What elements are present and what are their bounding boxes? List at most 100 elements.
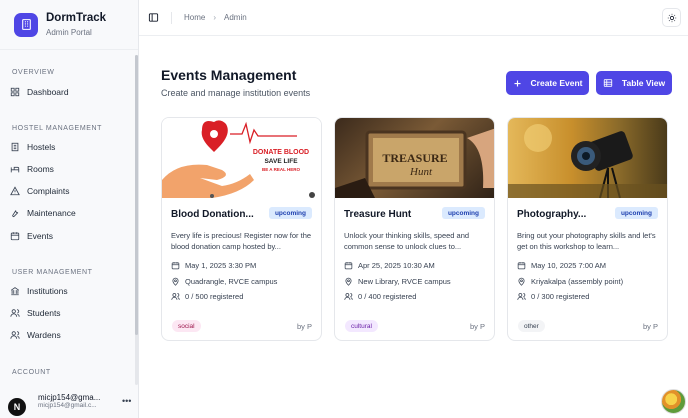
sidebar-item-label: Complaints bbox=[27, 186, 70, 196]
institution-icon bbox=[11, 287, 19, 296]
sidebar-item-label: Rooms bbox=[27, 164, 54, 174]
more-icon[interactable]: ••• bbox=[122, 396, 131, 406]
event-author: by P bbox=[642, 322, 658, 331]
image-text-donate: DONATE BLOOD bbox=[253, 149, 309, 156]
assistant-launcher-icon[interactable] bbox=[661, 389, 686, 414]
page-title: Events Management bbox=[161, 67, 297, 83]
sidebar-item-label: Wardens bbox=[27, 330, 61, 340]
user-name: micjp154@gma... bbox=[38, 393, 101, 402]
event-registered-text: 0 / 500 registered bbox=[185, 292, 244, 301]
event-title[interactable]: Treasure Hunt bbox=[344, 209, 411, 220]
sidebar-item-label: Events bbox=[27, 231, 53, 241]
plus-icon bbox=[514, 80, 521, 86]
image-text-treasure: TREASURE bbox=[382, 151, 447, 165]
theme-toggle-button[interactable] bbox=[662, 8, 681, 27]
sidebar-item-wardens[interactable]: Wardens bbox=[10, 326, 130, 344]
sidebar-item-rooms[interactable]: Rooms bbox=[10, 160, 130, 178]
event-location: New Library, RVCE campus bbox=[344, 277, 451, 286]
status-badge: upcoming bbox=[268, 207, 312, 219]
building-icon bbox=[11, 142, 19, 152]
sidebar-item-complaints[interactable]: Complaints bbox=[10, 182, 130, 200]
category-tag: other bbox=[518, 320, 545, 332]
brand[interactable]: DormTrack Admin Portal bbox=[0, 0, 138, 50]
sidebar-item-label: Dashboard bbox=[27, 87, 69, 97]
event-location-text: Kriyakalpa (assembly point) bbox=[531, 277, 624, 286]
chevron-right-icon: › bbox=[213, 13, 217, 22]
sun-icon bbox=[667, 13, 676, 22]
map-pin-icon bbox=[518, 277, 525, 286]
sidebar-toggle-icon[interactable] bbox=[148, 12, 159, 23]
event-image: DONATE BLOOD SAVE LIFE BE A REAL HERO bbox=[162, 118, 321, 198]
sidebar: DormTrack Admin Portal OVERVIEW Dashboar… bbox=[0, 0, 139, 418]
table-view-button[interactable]: Table View bbox=[596, 71, 672, 95]
sidebar-item-label: Maintenance bbox=[27, 208, 76, 218]
event-date: May 10, 2025 7:00 AM bbox=[517, 261, 606, 270]
event-date-text: May 1, 2025 3:30 PM bbox=[185, 261, 257, 270]
event-author: by P bbox=[469, 322, 485, 331]
building-logo-icon bbox=[14, 12, 38, 37]
calendar-icon bbox=[344, 262, 353, 270]
event-card[interactable]: Photography... upcoming Bring out your p… bbox=[507, 117, 668, 341]
status-badge: upcoming bbox=[441, 207, 485, 219]
event-registered: 0 / 400 registered bbox=[344, 292, 416, 301]
calendar-icon bbox=[10, 232, 20, 241]
sidebar-item-label: Institutions bbox=[27, 286, 68, 296]
breadcrumb: Home › Admin bbox=[184, 13, 247, 22]
event-image: TREASURE Hunt bbox=[335, 118, 494, 198]
wrench-icon bbox=[12, 210, 19, 218]
breadcrumb-current: Admin bbox=[224, 13, 247, 22]
event-card[interactable]: TREASURE Hunt Treasure Hunt upcoming Unl… bbox=[334, 117, 495, 341]
map-pin-icon bbox=[345, 277, 352, 286]
category-tag: cultural bbox=[345, 320, 378, 332]
category-tag: social bbox=[172, 320, 201, 332]
event-date: May 1, 2025 3:30 PM bbox=[171, 261, 256, 270]
users-icon bbox=[10, 331, 20, 339]
calendar-icon bbox=[171, 262, 180, 270]
alert-triangle-icon bbox=[10, 186, 20, 196]
breadcrumb-home[interactable]: Home bbox=[184, 13, 205, 22]
avatar[interactable]: N bbox=[8, 398, 26, 416]
sidebar-scrollbar-thumb[interactable] bbox=[135, 55, 138, 335]
bed-icon bbox=[10, 166, 20, 173]
image-text-save: SAVE LIFE bbox=[264, 158, 298, 165]
status-badge: upcoming bbox=[614, 207, 658, 219]
calendar-icon bbox=[517, 262, 526, 270]
section-label-users: USER MANAGEMENT bbox=[12, 269, 93, 276]
dashboard-icon bbox=[10, 87, 20, 97]
map-pin-icon bbox=[172, 277, 179, 286]
event-registered-text: 0 / 300 registered bbox=[531, 292, 590, 301]
sidebar-item-label: Students bbox=[27, 308, 61, 318]
brand-subtitle: Admin Portal bbox=[46, 28, 92, 37]
event-date-text: Apr 25, 2025 10:30 AM bbox=[358, 261, 435, 270]
event-description: Unlock your thinking skills, speed and c… bbox=[344, 231, 470, 251]
event-location: Quadrangle, RVCE campus bbox=[171, 277, 277, 286]
create-event-label: Create Event bbox=[530, 78, 583, 88]
users-icon bbox=[171, 293, 180, 300]
event-title[interactable]: Photography... bbox=[517, 209, 586, 220]
users-icon bbox=[10, 309, 20, 317]
create-event-button[interactable]: Create Event bbox=[506, 71, 589, 95]
event-card[interactable]: DONATE BLOOD SAVE LIFE BE A REAL HERO Bl… bbox=[161, 117, 322, 341]
event-location: Kriyakalpa (assembly point) bbox=[517, 277, 623, 286]
event-title[interactable]: Blood Donation... bbox=[171, 209, 254, 220]
section-label-hostel: HOSTEL MANAGEMENT bbox=[12, 125, 103, 132]
event-date-text: May 10, 2025 7:00 AM bbox=[531, 261, 607, 270]
event-image bbox=[508, 118, 667, 198]
image-text-hunt: Hunt bbox=[409, 166, 433, 178]
table-view-label: Table View bbox=[621, 78, 666, 88]
sidebar-item-institutions[interactable]: Institutions bbox=[10, 282, 130, 300]
sidebar-item-hostels[interactable]: Hostels bbox=[10, 138, 130, 156]
user-email: micjp154@gmail.c... bbox=[38, 402, 97, 409]
page-subtitle: Create and manage institution events bbox=[161, 88, 311, 98]
sidebar-item-dashboard[interactable]: Dashboard bbox=[10, 83, 130, 101]
topbar: Home › Admin bbox=[139, 0, 688, 36]
event-location-text: New Library, RVCE campus bbox=[358, 277, 451, 286]
image-text-hero: BE A REAL HERO bbox=[262, 167, 301, 172]
users-icon bbox=[344, 293, 353, 300]
event-description: Every life is precious! Register now for… bbox=[171, 231, 312, 251]
sidebar-item-maintenance[interactable]: Maintenance bbox=[10, 204, 130, 222]
sidebar-item-events[interactable]: Events bbox=[10, 227, 130, 245]
sidebar-item-students[interactable]: Students bbox=[10, 304, 130, 322]
sidebar-item-label: Hostels bbox=[27, 142, 56, 152]
divider bbox=[171, 11, 172, 24]
